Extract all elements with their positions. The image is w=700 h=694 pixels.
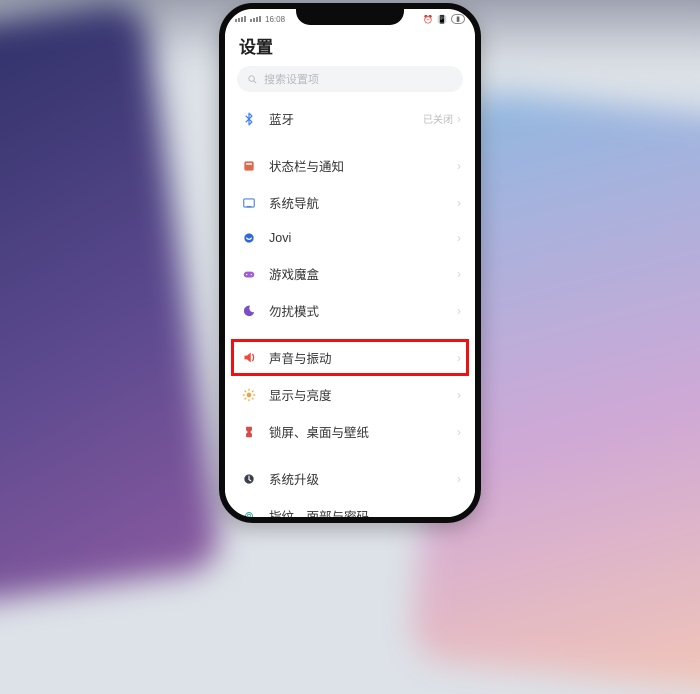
brightness-icon: [241, 387, 257, 403]
vibrate-icon: 📳: [437, 15, 447, 24]
row-label: 声音与振动: [269, 348, 457, 367]
row-display-brightness[interactable]: 显示与亮度 ›: [225, 376, 475, 413]
signal-icon: [235, 16, 246, 22]
search-input[interactable]: 搜索设置项: [237, 66, 463, 92]
update-icon: [241, 471, 257, 487]
chevron-right-icon: ›: [457, 351, 461, 365]
navigation-icon: [241, 195, 257, 211]
alarm-icon: ⏰: [423, 15, 433, 24]
row-label: 状态栏与通知: [269, 156, 457, 175]
row-label: 显示与亮度: [269, 385, 457, 404]
chevron-right-icon: ›: [457, 112, 461, 126]
chevron-right-icon: ›: [457, 231, 461, 245]
row-label: 系统导航: [269, 193, 457, 212]
row-label: 勿扰模式: [269, 301, 457, 320]
jovi-icon: [241, 230, 257, 246]
status-time: 16:08: [265, 15, 285, 24]
row-status-notifications[interactable]: 状态栏与通知 ›: [225, 147, 475, 184]
wallpaper-icon: [241, 424, 257, 440]
chevron-right-icon: ›: [457, 196, 461, 210]
row-status: 已关闭: [423, 111, 453, 126]
row-dnd[interactable]: 勿扰模式 ›: [225, 292, 475, 329]
phone-frame: 16:08 ⏰ 📳 ▮ 设置 搜索设置项 蓝牙 已关闭 ›: [219, 3, 481, 523]
page-title: 设置: [225, 27, 475, 66]
row-jovi[interactable]: Jovi ›: [225, 221, 475, 255]
row-fingerprint-face-password[interactable]: 指纹、面部与密码 ›: [225, 497, 475, 523]
bluetooth-icon: [241, 111, 257, 127]
settings-screen: 16:08 ⏰ 📳 ▮ 设置 搜索设置项 蓝牙 已关闭 ›: [225, 9, 475, 517]
row-label: 蓝牙: [269, 109, 423, 128]
moon-icon: [241, 303, 257, 319]
row-lock-wallpaper[interactable]: 锁屏、桌面与壁纸 ›: [225, 413, 475, 450]
chevron-right-icon: ›: [457, 159, 461, 173]
row-label: 指纹、面部与密码: [269, 506, 457, 523]
chevron-right-icon: ›: [457, 304, 461, 318]
chevron-right-icon: ›: [457, 267, 461, 281]
fingerprint-icon: [241, 508, 257, 524]
row-label: 锁屏、桌面与壁纸: [269, 422, 457, 441]
search-placeholder: 搜索设置项: [264, 71, 319, 87]
row-sound-vibration[interactable]: 声音与振动 ›: [225, 339, 475, 376]
row-label: 系统升级: [269, 469, 457, 488]
gamebox-icon: [241, 266, 257, 282]
chevron-right-icon: ›: [457, 388, 461, 402]
row-navigation[interactable]: 系统导航 ›: [225, 184, 475, 221]
row-label: 游戏魔盒: [269, 264, 457, 283]
phone-notch: [296, 8, 404, 25]
row-system-update[interactable]: 系统升级 ›: [225, 460, 475, 497]
search-icon: [247, 74, 258, 85]
battery-icon: ▮: [451, 14, 465, 24]
row-label: Jovi: [269, 231, 457, 245]
chevron-right-icon: ›: [457, 425, 461, 439]
chevron-right-icon: ›: [457, 472, 461, 486]
row-bluetooth[interactable]: 蓝牙 已关闭 ›: [225, 100, 475, 137]
row-gamebox[interactable]: 游戏魔盒 ›: [225, 255, 475, 292]
notification-icon: [241, 158, 257, 174]
signal-icon: [250, 16, 261, 22]
sound-icon: [241, 350, 257, 366]
